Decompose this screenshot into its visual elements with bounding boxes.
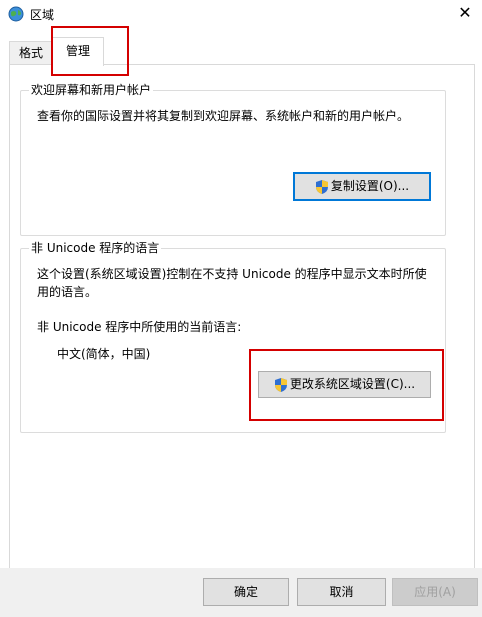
copy-settings-button[interactable]: 复制设置(O)... (293, 172, 431, 201)
copy-settings-label: 复制设置(O)... (330, 179, 410, 193)
globe-icon (8, 6, 24, 22)
tab-label: 管理 (65, 44, 90, 58)
unicode-description-line1: 这个设置(系统区域设置)控制在不支持 Unicode 的程序中显示文本时所使 (37, 267, 427, 281)
group-title: 非 Unicode 程序的语言 (29, 241, 162, 255)
uac-shield-icon (274, 377, 287, 392)
change-system-locale-button[interactable]: 更改系统区域设置(C)... (258, 371, 431, 398)
welcome-description: 查看你的国际设置并将其复制到欢迎屏幕、系统帐户和新的用户帐户。 (37, 109, 410, 123)
current-language-value: 中文(简体，中国) (57, 347, 151, 361)
tab-label: 格式 (18, 46, 43, 60)
uac-shield-icon (315, 179, 328, 194)
cancel-label: 取消 (329, 585, 354, 599)
window-title: 区域 (30, 8, 55, 22)
cancel-button[interactable]: 取消 (297, 578, 386, 606)
change-locale-label: 更改系统区域设置(C)... (289, 377, 416, 391)
apply-button[interactable]: 应用(A) (392, 578, 478, 606)
apply-label: 应用(A) (414, 585, 456, 599)
close-icon: ✕ (458, 3, 472, 22)
tab-administrative[interactable]: 管理 (52, 37, 104, 66)
unicode-description-line2: 用的语言。 (37, 285, 98, 299)
close-button[interactable]: ✕ (448, 0, 482, 28)
ok-label: 确定 (233, 585, 258, 599)
group-title: 欢迎屏幕和新用户帐户 (29, 83, 154, 97)
current-language-label: 非 Unicode 程序中所使用的当前语言: (37, 320, 242, 334)
ok-button[interactable]: 确定 (203, 578, 289, 606)
tab-format[interactable]: 格式 (9, 41, 53, 64)
title-bar: 区域 ✕ (0, 0, 482, 30)
